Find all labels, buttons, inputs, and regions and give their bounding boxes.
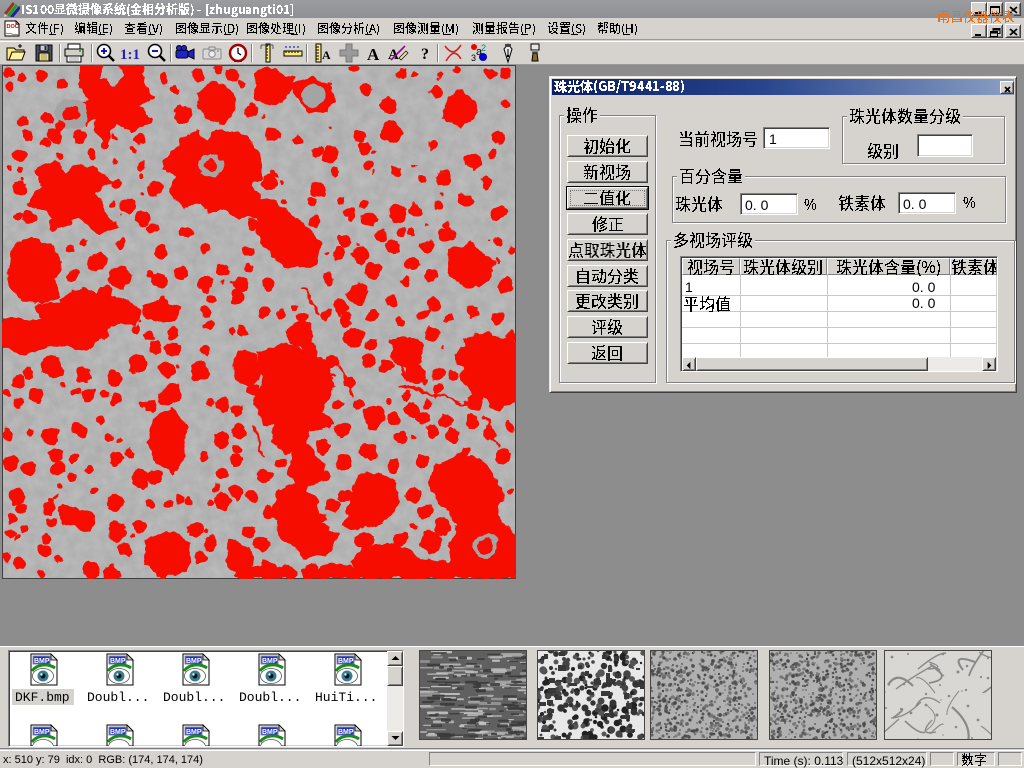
svg-text:DOC: DOC <box>7 24 19 30</box>
svg-text:A: A <box>322 48 331 62</box>
svg-text:A: A <box>367 45 380 64</box>
svg-text:2: 2 <box>481 43 486 53</box>
svg-text:A: A <box>388 47 399 63</box>
svg-text:1:1: 1:1 <box>120 47 140 63</box>
svg-text:3: 3 <box>471 53 476 63</box>
svg-text:?: ? <box>421 46 429 63</box>
